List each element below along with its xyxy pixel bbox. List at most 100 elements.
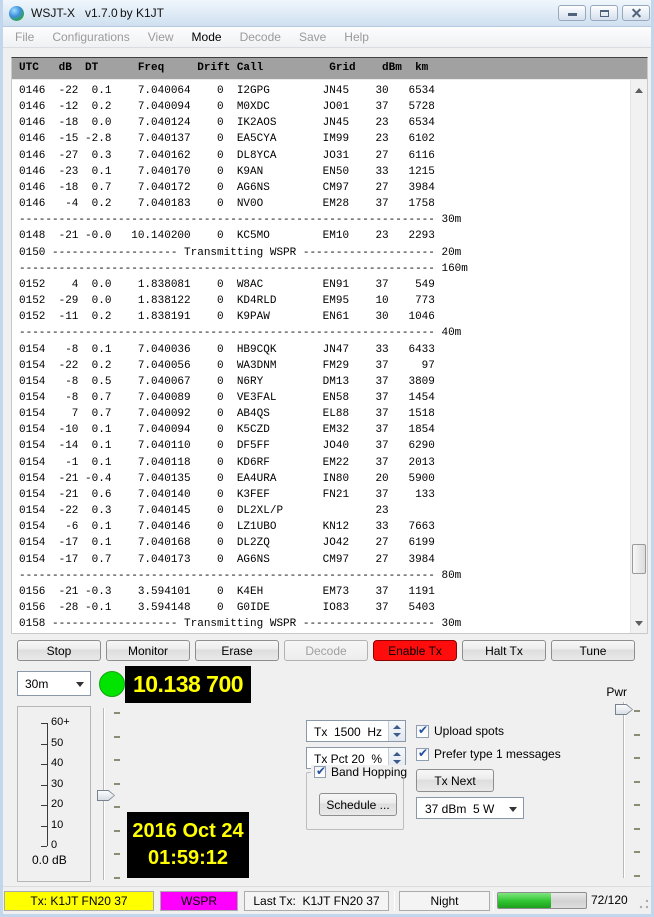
meter-scale-label: 50 xyxy=(51,737,63,749)
band-period-field: Night xyxy=(399,891,490,911)
decode-row[interactable]: 0154 -22 0.3 7.040145 0 DL2XL/P 23 xyxy=(19,503,630,519)
decode-row[interactable]: 0156 -28 -0.1 3.594148 0 G0IDE IO83 37 5… xyxy=(19,600,630,616)
slider-tick xyxy=(634,851,640,853)
enable-tx-button[interactable]: Enable Tx xyxy=(373,640,457,661)
erase-button[interactable]: Erase xyxy=(195,640,279,661)
spin-down-icon[interactable] xyxy=(393,760,401,764)
band-selector-value: 30m xyxy=(25,677,48,691)
decode-row[interactable]: 0154 -22 0.2 7.040056 0 WA3DNM FM29 37 9… xyxy=(19,358,630,374)
slider-tick xyxy=(114,736,120,738)
spin-down-icon[interactable] xyxy=(393,733,401,737)
scroll-down-icon[interactable] xyxy=(631,615,647,631)
decode-row[interactable]: 0154 -21 -0.4 7.040135 0 EA4URA IN80 20 … xyxy=(19,471,630,487)
scrollbar-thumb[interactable] xyxy=(632,544,646,574)
decode-row[interactable]: 0146 -15 -2.8 7.040137 0 EA5CYA IM99 23 … xyxy=(19,131,630,147)
band-hopping-checkbox[interactable]: ✔ Band Hopping xyxy=(311,765,410,779)
decode-row[interactable]: 0154 -8 0.5 7.040067 0 N6RY DM13 37 3809 xyxy=(19,374,630,390)
decode-row[interactable]: 0146 -23 0.1 7.040170 0 K9AN EN50 33 121… xyxy=(19,164,630,180)
band-hopping-label: Band Hopping xyxy=(331,765,407,779)
decode-row[interactable]: 0152 4 0.0 1.838081 0 W8AC EN91 37 549 xyxy=(19,277,630,293)
tx-next-button[interactable]: Tx Next xyxy=(416,769,494,792)
stop-button[interactable]: Stop xyxy=(17,640,101,661)
tx-frequency-spinner[interactable]: Tx 1500 Hz xyxy=(306,720,406,742)
menu-save: Save xyxy=(290,30,335,44)
tx-power-selector[interactable]: 37 dBm 5 W xyxy=(416,797,524,819)
maximize-button[interactable] xyxy=(590,5,618,21)
app-icon xyxy=(9,6,24,21)
rx-gain-slider[interactable] xyxy=(95,706,125,882)
checkbox-icon[interactable]: ✔ xyxy=(314,766,326,778)
tune-button[interactable]: Tune xyxy=(551,640,635,661)
decode-row[interactable]: 0146 -18 0.0 7.040124 0 IK2AOS JN45 23 6… xyxy=(19,115,630,131)
decode-row[interactable]: 0154 -10 0.1 7.040094 0 K5CZD EM32 37 18… xyxy=(19,422,630,438)
decode-row[interactable]: 0154 -17 0.7 7.040173 0 AG6NS CM97 27 39… xyxy=(19,552,630,568)
slider-track[interactable] xyxy=(623,702,625,878)
decode-row[interactable]: 0152 -29 0.0 1.838122 0 KD4RLD EM95 10 7… xyxy=(19,293,630,309)
decode-button[interactable]: Decode xyxy=(284,640,368,661)
status-separator xyxy=(493,891,494,911)
close-button[interactable] xyxy=(622,5,650,21)
upload-spots-label: Upload spots xyxy=(434,724,504,738)
scroll-up-icon[interactable] xyxy=(631,82,647,98)
monitor-button[interactable]: Monitor xyxy=(106,640,190,661)
halt-tx-button[interactable]: Halt Tx xyxy=(462,640,546,661)
rx-status-lamp xyxy=(99,671,125,697)
decode-row[interactable]: 0154 -17 0.1 7.040168 0 DL2ZQ JO42 27 61… xyxy=(19,535,630,551)
meter-scale-label: 60+ xyxy=(51,716,70,728)
decode-row[interactable]: 0146 -12 0.2 7.040094 0 M0XDC JO01 37 57… xyxy=(19,99,630,115)
slider-tick xyxy=(634,828,640,830)
slider-tick xyxy=(114,877,120,879)
decode-row[interactable]: 0148 -21 -0.0 10.140200 0 KC5MO EM10 23 … xyxy=(19,228,630,244)
decode-row[interactable]: 0156 -21 -0.3 3.594101 0 K4EH EM73 37 11… xyxy=(19,584,630,600)
slider-tick xyxy=(114,783,120,785)
menu-view: View xyxy=(139,30,183,44)
menu-bar: FileConfigurationsViewModeDecodeSaveHelp xyxy=(0,27,654,48)
window-title: WSJT-X v1.7.0 xyxy=(31,6,118,20)
frequency-display: 10.138 700 xyxy=(125,666,251,703)
menu-mode[interactable]: Mode xyxy=(183,30,231,44)
meter-scale-label: 0 xyxy=(51,839,57,851)
spinner-buttons[interactable] xyxy=(388,721,405,741)
slider-tick xyxy=(634,710,640,712)
decode-row[interactable]: 0146 -4 0.2 7.040183 0 NV0O EM28 37 1758 xyxy=(19,196,630,212)
spin-up-icon[interactable] xyxy=(393,752,401,756)
decode-row[interactable]: 0154 -8 0.1 7.040036 0 HB9CQK JN47 33 64… xyxy=(19,342,630,358)
checkbox-icon[interactable]: ✔ xyxy=(416,748,429,761)
slider-tick xyxy=(114,830,120,832)
band-selector[interactable]: 30m xyxy=(17,671,91,696)
spin-up-icon[interactable] xyxy=(393,725,401,729)
prefer-type1-checkbox[interactable]: ✔ Prefer type 1 messages xyxy=(416,747,561,761)
schedule-button[interactable]: Schedule ... xyxy=(319,793,397,816)
clock-display: 2016 Oct 24 01:59:12 xyxy=(127,812,249,878)
decode-row[interactable]: 0152 -11 0.2 1.838191 0 K9PAW EN61 30 10… xyxy=(19,309,630,325)
slider-tick xyxy=(634,781,640,783)
minimize-button[interactable] xyxy=(558,5,586,21)
decode-row[interactable]: 0146 -22 0.1 7.040064 0 I2GPG JN45 30 65… xyxy=(19,83,630,99)
decode-scrollbar[interactable] xyxy=(630,80,647,633)
wsjtx-main-window: WSJT-X v1.7.0 by K1JT FileConfigurations… xyxy=(0,0,654,917)
chevron-down-icon xyxy=(509,807,517,812)
checkbox-icon[interactable]: ✔ xyxy=(416,725,429,738)
slider-thumb[interactable] xyxy=(97,790,115,801)
tx-frequency-value: Tx 1500 Hz xyxy=(307,725,389,739)
decode-row[interactable]: 0146 -18 0.7 7.040172 0 AG6NS CM97 27 39… xyxy=(19,180,630,196)
decode-row[interactable]: 0154 -8 0.7 7.040089 0 VE3FAL EN58 37 14… xyxy=(19,390,630,406)
decode-row[interactable]: 0154 -14 0.1 7.040110 0 DF5FF JO40 37 62… xyxy=(19,438,630,454)
decode-row[interactable]: 0146 -27 0.3 7.040162 0 DL8YCA JO31 27 6… xyxy=(19,148,630,164)
decode-row[interactable]: 0154 7 0.7 7.040092 0 AB4QS EL88 37 1518 xyxy=(19,406,630,422)
decode-separator-line: 0158 ------------------- Transmitting WS… xyxy=(19,616,630,632)
pwr-slider[interactable] xyxy=(609,698,643,880)
decode-row[interactable]: 0154 -6 0.1 7.040146 0 LZ1UBO KN12 33 76… xyxy=(19,519,630,535)
upload-spots-checkbox[interactable]: ✔ Upload spots xyxy=(416,724,504,738)
slider-tick xyxy=(634,875,640,877)
meter-tick xyxy=(41,826,47,827)
slider-thumb[interactable] xyxy=(615,704,633,715)
decode-row[interactable]: 0154 -21 0.6 7.040140 0 K3FEF FN21 37 13… xyxy=(19,487,630,503)
slider-tick xyxy=(634,804,640,806)
slider-tick xyxy=(634,734,640,736)
meter-tick xyxy=(41,723,47,724)
resize-grip[interactable] xyxy=(639,899,649,909)
decode-separator-line: ----------------------------------------… xyxy=(19,325,630,341)
decode-separator-line: ----------------------------------------… xyxy=(19,212,630,228)
decode-row[interactable]: 0154 -1 0.1 7.040118 0 KD6RF EM22 37 201… xyxy=(19,455,630,471)
